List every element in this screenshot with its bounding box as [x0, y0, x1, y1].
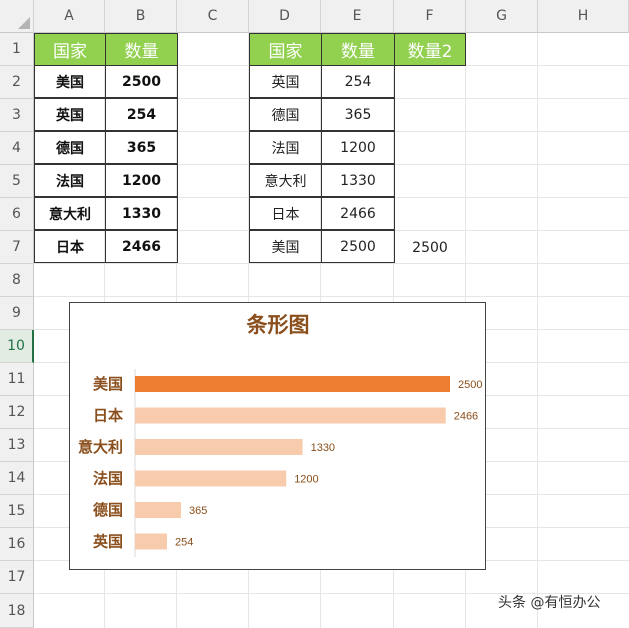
- cell-B6[interactable]: 1330: [105, 197, 178, 230]
- row-header-15[interactable]: 15: [0, 495, 34, 528]
- cell-E3[interactable]: 365: [321, 98, 395, 131]
- category-label-2: 日本: [93, 407, 123, 425]
- cell-E5[interactable]: 1330: [321, 164, 395, 197]
- bar-4[interactable]: [135, 470, 287, 487]
- gridline-vertical: [537, 33, 538, 628]
- data-label-2: 2466: [454, 411, 478, 423]
- row-header-1[interactable]: 1: [0, 33, 34, 66]
- row-header-14[interactable]: 14: [0, 462, 34, 495]
- cell-D3[interactable]: 德国: [249, 98, 322, 131]
- gridline-horizontal: [34, 296, 629, 297]
- cell-A3[interactable]: 英国: [34, 98, 106, 131]
- row-header-8[interactable]: 8: [0, 264, 34, 297]
- cell-A7[interactable]: 日本: [34, 230, 106, 263]
- cell-B7[interactable]: 2466: [105, 230, 178, 263]
- cell-E1[interactable]: 数量: [321, 33, 395, 66]
- row-header-10[interactable]: 10: [0, 330, 34, 363]
- select-all-corner[interactable]: [0, 0, 34, 33]
- chart-title: 条形图: [247, 312, 310, 337]
- data-label-3: 1330: [311, 442, 335, 454]
- watermark: 头条 @有恒办公: [498, 595, 601, 611]
- cell-A5[interactable]: 法国: [34, 164, 106, 197]
- data-label-1: 2500: [458, 379, 482, 391]
- category-label-6: 英国: [93, 533, 123, 551]
- column-header-f[interactable]: F: [394, 0, 466, 33]
- cell-A1[interactable]: 国家: [34, 33, 106, 66]
- cell-B5[interactable]: 1200: [105, 164, 178, 197]
- data-label-5: 365: [189, 505, 207, 517]
- cell-A6[interactable]: 意大利: [34, 197, 106, 230]
- row-header-11[interactable]: 11: [0, 363, 34, 396]
- bar-chart[interactable]: 条形图 美国 2500 日本 2466 意大利 1330 法国 1200 德国 365 英国 254: [69, 302, 486, 570]
- column-header-c[interactable]: C: [177, 0, 249, 33]
- row-header-16[interactable]: 16: [0, 528, 34, 561]
- bar-2[interactable]: [135, 407, 446, 424]
- bar-6[interactable]: [135, 533, 168, 550]
- cell-F1[interactable]: 数量2: [394, 33, 466, 66]
- cell-A4[interactable]: 德国: [34, 131, 106, 164]
- bar-3[interactable]: [135, 439, 303, 455]
- cell-D6[interactable]: 日本: [249, 197, 322, 230]
- data-label-6: 254: [175, 537, 193, 549]
- row-header-7[interactable]: 7: [0, 231, 34, 264]
- row-header-18[interactable]: 18: [0, 594, 34, 628]
- row-header-12[interactable]: 12: [0, 396, 34, 429]
- cell-D4[interactable]: 法国: [249, 131, 322, 164]
- row-header-5[interactable]: 5: [0, 165, 34, 198]
- column-header-d[interactable]: D: [249, 0, 321, 33]
- column-header-g[interactable]: G: [466, 0, 538, 33]
- category-label-4: 法国: [93, 470, 123, 488]
- cell-E7[interactable]: 2500: [321, 230, 395, 263]
- cell-D5[interactable]: 意大利: [249, 164, 322, 197]
- cell-F7[interactable]: 2500: [394, 231, 466, 264]
- cell-E2[interactable]: 254: [321, 65, 395, 98]
- column-header-h[interactable]: H: [538, 0, 629, 33]
- cell-B1[interactable]: 数量: [105, 33, 178, 66]
- row-header-4[interactable]: 4: [0, 132, 34, 165]
- cell-D7[interactable]: 美国: [249, 230, 322, 263]
- gridline-horizontal: [34, 263, 629, 264]
- select-all-triangle-icon: [18, 17, 30, 29]
- row-header-9[interactable]: 9: [0, 297, 34, 330]
- category-label-5: 德国: [93, 501, 123, 519]
- cell-A2[interactable]: 美国: [34, 65, 106, 98]
- row-header-13[interactable]: 13: [0, 429, 34, 462]
- cell-E6[interactable]: 2466: [321, 197, 395, 230]
- category-label-1: 美国: [93, 375, 123, 393]
- cell-E4[interactable]: 1200: [321, 131, 395, 164]
- bar-1[interactable]: [135, 376, 450, 392]
- cell-D1[interactable]: 国家: [249, 33, 322, 66]
- column-header-e[interactable]: E: [321, 0, 394, 33]
- bar-chart-svg: 条形图 美国 2500 日本 2466 意大利 1330 法国 1200 德国 365 英国 254: [78, 312, 482, 557]
- row-header-2[interactable]: 2: [0, 66, 34, 99]
- bar-5[interactable]: [135, 502, 181, 518]
- row-header-17[interactable]: 17: [0, 561, 34, 594]
- cell-B3[interactable]: 254: [105, 98, 178, 131]
- spreadsheet[interactable]: ABCDEFGH 1 2 3 4 5 6 7 8 9 10 11 12 13 14 15 16 17 18 国家 …: [0, 0, 629, 628]
- data-label-4: 1200: [294, 474, 318, 486]
- column-header-b[interactable]: B: [105, 0, 177, 33]
- cell-D2[interactable]: 英国: [249, 65, 322, 98]
- cell-B2[interactable]: 2500: [105, 65, 178, 98]
- category-label-3: 意大利: [78, 438, 123, 456]
- cell-B4[interactable]: 365: [105, 131, 178, 164]
- row-header-3[interactable]: 3: [0, 99, 34, 132]
- column-header-a[interactable]: A: [34, 0, 105, 33]
- row-header-6[interactable]: 6: [0, 198, 34, 231]
